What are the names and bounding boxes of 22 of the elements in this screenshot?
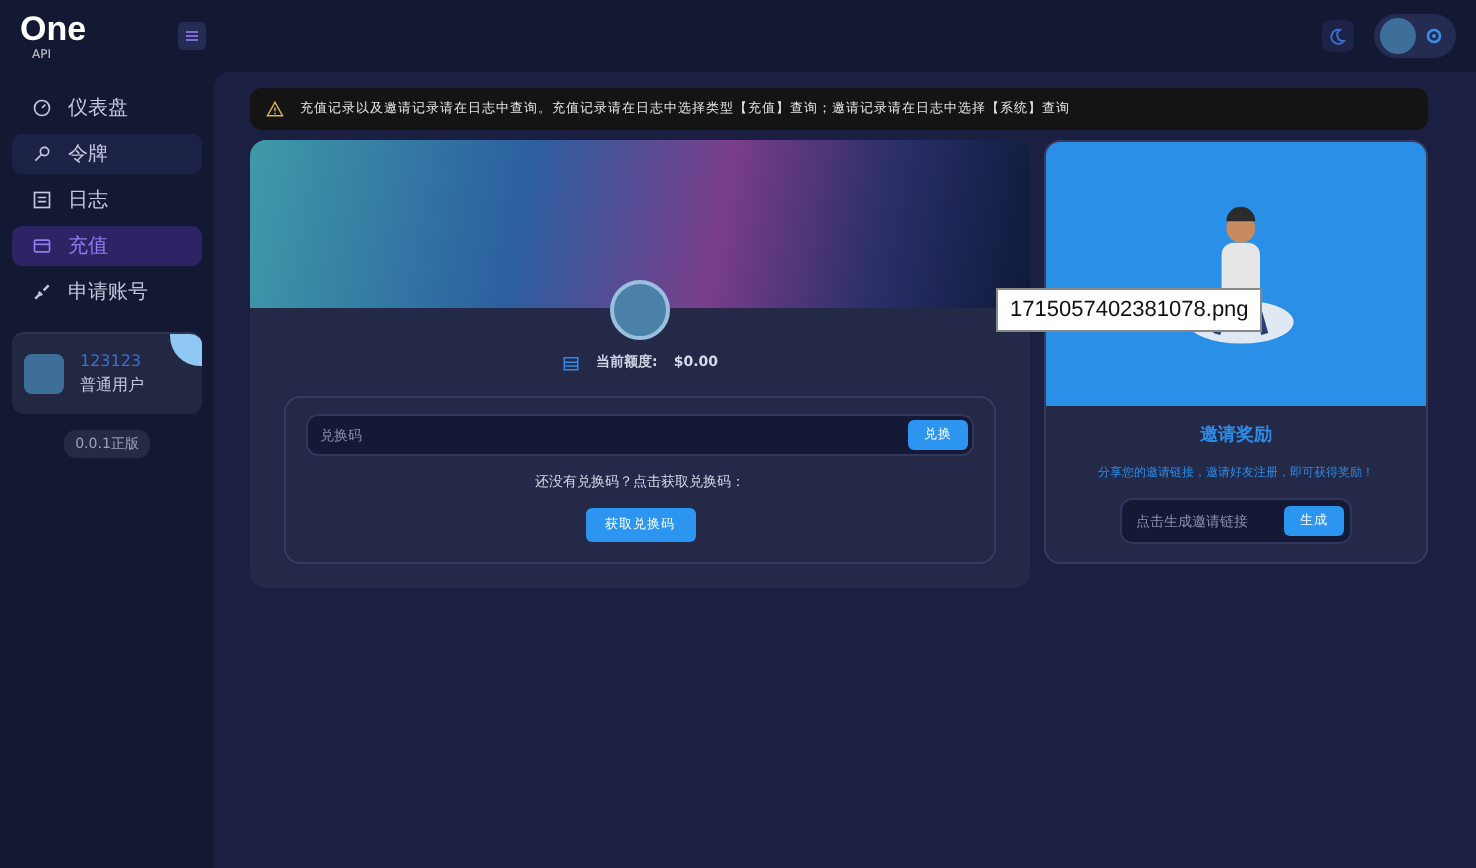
settings-icon [1424,26,1444,46]
sidebar-item[interactable]: 申请账号 [12,272,202,312]
avatar-icon [610,280,670,340]
gauge-icon [32,98,52,118]
file-name-label: 1715057402381078.png [996,288,1263,332]
sidebar-item[interactable]: 令牌 [12,134,202,174]
menu-icon [182,26,202,46]
invite-title: 邀请奖励 [1200,422,1272,448]
warning-icon [266,100,284,118]
user-role: 普通用户 [80,374,144,396]
list-icon [32,190,52,210]
avatar-icon [1380,18,1416,54]
avatar-icon [24,354,64,394]
sidebar-item[interactable]: 日志 [12,180,202,220]
moon-icon [1328,26,1348,46]
sidebar-item[interactable]: 仪表盘 [12,88,202,128]
profile-button[interactable] [1374,14,1456,58]
theme-toggle-button[interactable] [1322,20,1354,52]
menu-button[interactable] [178,22,206,50]
sidebar-item[interactable]: 充值 [12,226,202,266]
link-icon [32,282,52,302]
user-name: 123123 [80,352,144,370]
